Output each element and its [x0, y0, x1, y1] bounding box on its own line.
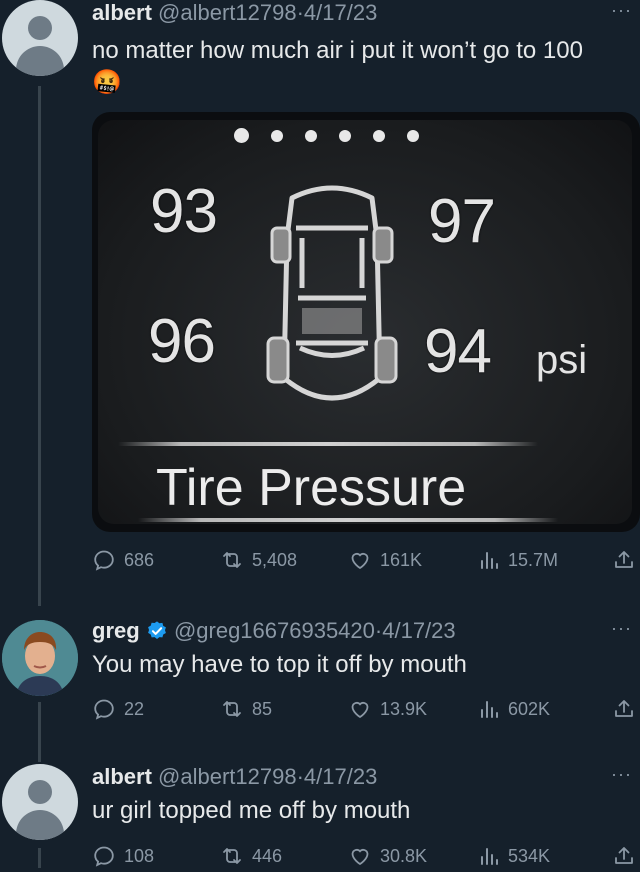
user-handle[interactable]: @albert12798	[158, 764, 297, 789]
user-handle[interactable]: @greg16676935420	[174, 618, 375, 643]
tweet-1: albert @albert12798·4/17/23 ··· no matte…	[0, 0, 640, 606]
like-icon	[351, 552, 369, 570]
more-icon[interactable]: ···	[611, 0, 632, 21]
divider-top	[118, 442, 538, 446]
tweet-1-actions: 686 5,408 161K 15.7M	[92, 548, 640, 576]
tweet-text: ur girl topped me off by mouth	[92, 797, 411, 824]
rear-left-pressure: 96	[148, 307, 216, 376]
tire-pressure-display: 93 97 96 94 psi Tire Pressure	[98, 120, 632, 524]
like-count: 13.9K	[380, 698, 428, 719]
retweet-button[interactable]: 446	[220, 844, 282, 868]
more-icon[interactable]: ···	[611, 618, 632, 639]
retweet-count: 85	[252, 698, 273, 719]
views-count: 602K	[508, 698, 551, 719]
reply-count: 108	[124, 845, 155, 866]
retweet-button[interactable]: 5,408	[220, 548, 297, 572]
reply-icon	[94, 846, 114, 867]
share-button[interactable]	[612, 697, 636, 721]
avatar-photo	[2, 620, 78, 696]
tweet-header: greg @greg16676935420·4/17/23	[92, 618, 640, 644]
display-name[interactable]: albert	[92, 764, 152, 789]
tweet-date[interactable]: 4/17/23	[304, 0, 377, 25]
like-button[interactable]: 161K	[348, 548, 422, 572]
angry-emoji: 🤬	[92, 69, 122, 96]
reply-button[interactable]: 108	[92, 844, 154, 868]
tweet-2-actions: 22 85 13.9K 602K	[92, 697, 640, 725]
tweet-header: albert @albert12798·4/17/23	[92, 0, 640, 26]
separator: ·	[296, 764, 304, 789]
tire-pressure-label: Tire Pressure	[156, 459, 467, 517]
share-button[interactable]	[612, 548, 636, 572]
display-name[interactable]: greg	[92, 618, 140, 643]
like-count: 161K	[380, 549, 423, 570]
display-name[interactable]: albert	[92, 0, 152, 25]
reply-icon	[94, 550, 114, 571]
thread-line	[38, 848, 41, 868]
retweet-count: 446	[252, 845, 283, 866]
share-icon	[615, 551, 633, 568]
thread-line	[38, 86, 41, 606]
avatar[interactable]	[2, 620, 78, 696]
front-right-pressure: 97	[428, 187, 496, 256]
views-count: 15.7M	[508, 549, 559, 570]
separator: ·	[296, 0, 304, 25]
views-icon	[481, 552, 498, 569]
tweet-date[interactable]: 4/17/23	[304, 764, 377, 789]
avatar[interactable]	[2, 0, 78, 76]
more-icon[interactable]: ···	[611, 764, 632, 785]
views-button[interactable]: 534K	[476, 844, 550, 868]
divider-bottom	[138, 518, 558, 522]
views-button[interactable]: 602K	[476, 697, 550, 721]
avatar[interactable]	[2, 764, 78, 840]
views-count: 534K	[508, 845, 551, 866]
reply-count: 686	[124, 549, 155, 570]
like-button[interactable]: 30.8K	[348, 844, 427, 868]
like-icon	[351, 701, 369, 719]
rear-right-pressure: 94	[424, 317, 492, 386]
views-icon	[481, 701, 498, 718]
tweet-text: no matter how much air i put it won’t go…	[92, 37, 583, 64]
thread-line	[38, 702, 41, 762]
share-icon	[615, 700, 633, 717]
verified-icon	[147, 621, 166, 639]
pressure-unit: psi	[536, 338, 588, 382]
like-count: 30.8K	[380, 845, 428, 866]
tweet-text: You may have to top it off by mouth	[92, 651, 467, 678]
tweet-2: greg @greg16676935420·4/17/23 ··· You ma…	[0, 614, 640, 764]
reply-icon	[94, 699, 114, 720]
retweet-button[interactable]: 85	[220, 697, 272, 721]
tweet-header: albert @albert12798·4/17/23	[92, 764, 640, 790]
front-left-pressure: 93	[150, 177, 218, 246]
user-handle[interactable]: @albert12798	[158, 0, 297, 25]
retweet-icon	[223, 552, 241, 568]
reply-button[interactable]: 22	[92, 697, 144, 721]
tweet-date[interactable]: 4/17/23	[382, 618, 455, 643]
like-icon	[351, 848, 369, 866]
share-icon	[615, 847, 633, 864]
views-button[interactable]: 15.7M	[476, 548, 558, 572]
share-button[interactable]	[612, 844, 636, 868]
reply-button[interactable]: 686	[92, 548, 154, 572]
car-icon	[266, 185, 398, 401]
retweet-count: 5,408	[252, 549, 298, 570]
like-button[interactable]: 13.9K	[348, 697, 427, 721]
retweet-icon	[223, 848, 241, 864]
dot-indicators	[234, 128, 419, 143]
tweet-image[interactable]: 93 97 96 94 psi Tire Pressure	[92, 112, 640, 532]
views-icon	[481, 848, 498, 865]
retweet-icon	[223, 701, 241, 717]
reply-count: 22	[124, 698, 145, 719]
